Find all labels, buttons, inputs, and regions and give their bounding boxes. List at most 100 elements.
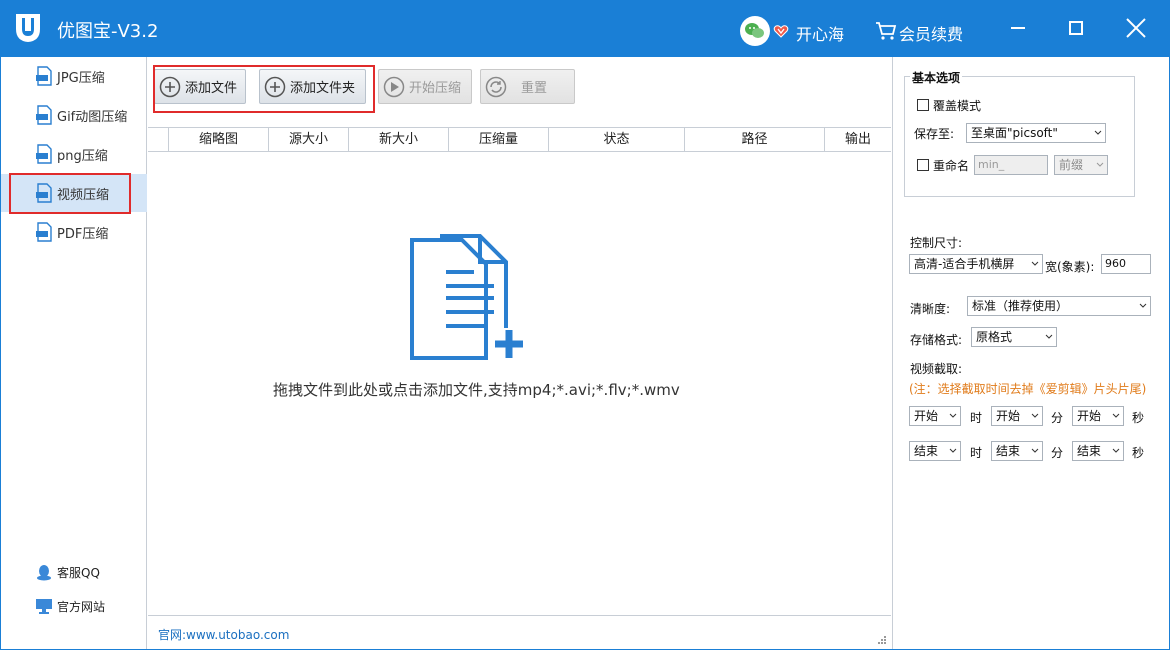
sidebar-item-pdf[interactable]: PDF压缩 <box>1 213 147 251</box>
unit-hour: 时 <box>970 411 983 425</box>
cart-icon[interactable] <box>875 21 897 41</box>
renew-membership-link[interactable]: 会员续费 <box>899 21 963 45</box>
wechat-icon[interactable] <box>740 16 770 46</box>
storage-format-label: 存储格式: <box>910 333 963 347</box>
chevron-down-icon <box>1096 162 1104 167</box>
clip-end-hour-select[interactable]: 结束 <box>909 441 961 461</box>
start-compress-label: 开始压缩 <box>409 81 462 96</box>
column-header-new-size[interactable]: 新大小 <box>349 128 449 151</box>
unit-minute: 分 <box>1051 446 1064 460</box>
chevron-down-icon <box>949 448 957 453</box>
maximize-button[interactable] <box>1059 13 1093 43</box>
video-clip-note: (注：选择截取时间去掉《爱剪辑》片头片尾) <box>909 382 1147 396</box>
clip-start-minute-select[interactable]: 开始 <box>991 406 1043 426</box>
maximize-icon <box>1069 21 1083 35</box>
width-pixels-input[interactable]: 960 <box>1101 254 1151 274</box>
document-add-icon[interactable] <box>406 234 530 364</box>
width-pixels-label: 宽(象素): <box>1045 260 1095 274</box>
official-site-link[interactable]: 官网:www.utobao.com <box>158 626 289 643</box>
basic-options-title: 基本选项 <box>910 69 963 86</box>
column-header-path[interactable]: 路径 <box>685 128 825 151</box>
play-circle-icon <box>383 76 405 97</box>
chevron-down-icon <box>1094 130 1102 135</box>
resize-grip-icon[interactable] <box>877 635 887 645</box>
clip-start-second-select[interactable]: 开始 <box>1072 406 1124 426</box>
title-bar: 优图宝-V3.2 开心海 会员续费 <box>1 1 1169 57</box>
chevron-down-icon <box>1031 261 1039 266</box>
toolbar-highlight <box>153 65 375 113</box>
file-table-header: 缩略图 源大小 新大小 压缩量 状态 路径 输出 <box>148 127 891 152</box>
column-header-reduction[interactable]: 压缩量 <box>449 128 549 151</box>
chevron-down-icon <box>1112 448 1120 453</box>
username[interactable]: 开心海 <box>796 21 844 45</box>
drop-zone-hint: 拖拽文件到此处或点击添加文件,支持mp4;*.avi;*.flv;*.wmv <box>273 381 680 399</box>
start-compress-button[interactable]: 开始压缩 <box>378 69 472 104</box>
clip-start-minute-value: 开始 <box>996 409 1021 423</box>
chevron-down-icon <box>1031 448 1039 453</box>
vip-heart-icon <box>773 25 789 38</box>
minimize-button[interactable] <box>1001 13 1035 43</box>
size-control-label: 控制尺寸: <box>910 236 963 250</box>
rename-position-select[interactable]: 前缀 <box>1054 155 1108 175</box>
sidebar-item-gif[interactable]: Gif动图压缩 <box>1 96 147 134</box>
column-header-output[interactable]: 输出 <box>825 128 891 151</box>
chevron-down-icon <box>1112 413 1120 418</box>
refresh-icon <box>485 76 507 97</box>
clip-end-second-select[interactable]: 结束 <box>1072 441 1124 461</box>
sidebar: JPG压缩 Gif动图压缩 png压缩 视频压缩 PDF压缩 客服QQ 官方网站 <box>1 57 147 649</box>
sidebar-item-png[interactable]: png压缩 <box>1 135 147 173</box>
sidebar-item-label: png压缩 <box>57 148 108 164</box>
official-website[interactable]: 官方网站 <box>35 597 105 615</box>
save-to-select[interactable]: 至桌面"picsoft" <box>966 123 1106 143</box>
overwrite-label: 覆盖模式 <box>933 99 982 113</box>
monitor-icon <box>36 599 52 614</box>
size-preset-value: 高清-适合手机横屏 <box>914 257 1015 271</box>
close-icon <box>1126 18 1146 38</box>
clip-end-minute-value: 结束 <box>996 444 1021 458</box>
sidebar-item-jpg[interactable]: JPG压缩 <box>1 57 147 95</box>
clip-end-second-value: 结束 <box>1077 444 1102 458</box>
clip-end-hour-value: 结束 <box>914 444 939 458</box>
reset-label: 重置 <box>521 81 548 96</box>
video-item-highlight <box>9 173 131 214</box>
clip-start-second-value: 开始 <box>1077 409 1102 423</box>
customer-service-qq[interactable]: 客服QQ <box>35 563 100 581</box>
clip-end-minute-select[interactable]: 结束 <box>991 441 1043 461</box>
qq-penguin-icon <box>37 565 51 581</box>
clarity-value: 标准（推荐使用） <box>972 299 1069 313</box>
minimize-icon <box>1011 27 1025 29</box>
app-logo-icon <box>16 14 40 42</box>
chevron-down-icon <box>949 413 957 418</box>
video-clip-label: 视频截取: <box>910 362 963 376</box>
clip-start-hour-select[interactable]: 开始 <box>909 406 961 426</box>
unit-second: 秒 <box>1132 411 1145 425</box>
status-footer: 官网:www.utobao.com <box>148 615 891 649</box>
save-to-label: 保存至: <box>914 127 955 141</box>
column-header-thumbnail[interactable]: 缩略图 <box>169 128 269 151</box>
gif-file-icon <box>36 105 52 125</box>
rename-checkbox[interactable] <box>917 159 929 171</box>
overwrite-checkbox[interactable] <box>917 99 929 111</box>
reset-button[interactable]: 重置 <box>480 69 575 104</box>
rename-label: 重命名 <box>933 159 970 173</box>
unit-second: 秒 <box>1132 446 1145 460</box>
column-header-status[interactable]: 状态 <box>549 128 685 151</box>
storage-format-select[interactable]: 原格式 <box>971 327 1057 347</box>
unit-minute: 分 <box>1051 411 1064 425</box>
rename-position-value: 前缀 <box>1059 158 1084 172</box>
sidebar-item-label: JPG压缩 <box>57 70 105 86</box>
rename-prefix-input[interactable]: min_ <box>974 155 1048 175</box>
column-header-source-size[interactable]: 源大小 <box>269 128 349 151</box>
clarity-select[interactable]: 标准（推荐使用） <box>967 296 1151 316</box>
unit-hour: 时 <box>970 446 983 460</box>
app-title: 优图宝-V3.2 <box>57 21 159 42</box>
chevron-down-icon <box>1045 334 1053 339</box>
size-preset-select[interactable]: 高清-适合手机横屏 <box>909 254 1043 274</box>
column-header-checkbox[interactable] <box>148 128 169 151</box>
app-window: 优图宝-V3.2 开心海 会员续费 JPG压缩 Gif动图压缩 png压缩 视频… <box>0 0 1170 650</box>
clip-start-hour-value: 开始 <box>914 409 939 423</box>
options-panel: 基本选项 覆盖模式 保存至: 至桌面"picsoft" 重命名 min_ 前缀 … <box>892 57 1169 649</box>
pdf-file-icon <box>36 222 52 242</box>
close-button[interactable] <box>1119 13 1153 43</box>
chevron-down-icon <box>1139 303 1147 308</box>
